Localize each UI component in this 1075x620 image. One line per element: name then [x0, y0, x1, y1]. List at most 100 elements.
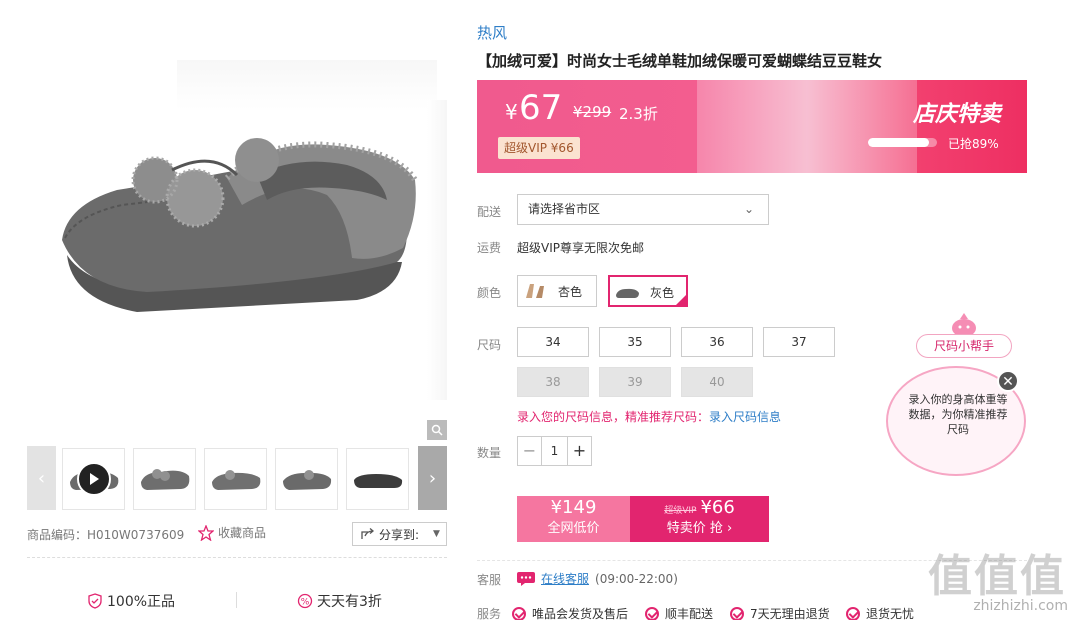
color-swatch-image [526, 284, 544, 298]
services-label: 服务 [477, 607, 502, 620]
chevron-right-icon: › [428, 467, 437, 489]
vip-price-badge: 超级VIP ¥66 [498, 137, 580, 159]
zoom-icon[interactable] [427, 420, 447, 440]
special-price-label: 特卖价 抢 › [666, 521, 733, 536]
size-hint: 录入您的尺码信息，精准推荐尺码：录入尺码信息 [517, 408, 781, 425]
delivery-label: 配送 [477, 205, 502, 219]
color-option-label: 杏色 [558, 285, 583, 299]
service-item-label: 顺丰配送 [665, 607, 714, 620]
color-option-gray[interactable]: 灰色 [608, 275, 688, 307]
service-item: 7天无理由退货 [730, 605, 830, 620]
share-label: 分享到: [379, 527, 420, 542]
price-banner: ¥ 67 ¥299 2.3折 超级VIP ¥66 店庆特卖 已抢89% [477, 80, 1027, 173]
caret-down-icon: ▼ [433, 529, 440, 539]
thumb-shoe-image [211, 470, 260, 490]
size-hint-text: 录入您的尺码信息，精准推荐尺码： [517, 410, 710, 424]
thumb-prev-button[interactable]: ‹ [27, 446, 56, 510]
customer-service-row: 在线客服 (09:00-22:00) [517, 570, 678, 587]
color-option-apricot[interactable]: 杏色 [517, 275, 597, 307]
sale-price: 67 [519, 88, 563, 128]
product-code: 商品编码：H010W0737609 [27, 528, 185, 542]
chevron-down-icon: ⌄ [743, 202, 754, 216]
selected-corner-icon [674, 293, 688, 307]
quantity-label: 数量 [477, 446, 502, 460]
quantity-minus-button[interactable]: − [518, 437, 542, 465]
service-item: 顺丰配送 [645, 605, 713, 620]
quantity-plus-button[interactable]: + [567, 437, 591, 465]
check-circle-icon [512, 606, 526, 620]
quantity-value[interactable]: 1 [542, 437, 567, 465]
original-price: ¥299 [573, 103, 612, 121]
check-circle-icon [846, 606, 860, 620]
star-icon [198, 524, 214, 541]
size-helper-popup[interactable]: 尺码小帮手 录入你的身高体重等数据，为你精准推荐尺码 ✕ [886, 312, 1026, 477]
service-item: 退货无忧 [846, 605, 914, 620]
favorite-label: 收藏商品 [218, 526, 267, 540]
service-item-label: 唯品会发货及售后 [532, 607, 629, 620]
sold-progress-fill [868, 138, 930, 147]
thumbnail[interactable] [346, 448, 409, 510]
check-circle-icon [645, 606, 659, 620]
guarantee-label: 100%正品 [107, 594, 176, 610]
customer-service-label: 客服 [477, 573, 502, 587]
shield-icon [88, 593, 102, 609]
guarantee-row: 100%正品 % 天天有3折 [27, 557, 447, 620]
size-option[interactable]: 36 [681, 327, 753, 357]
guarantee-authentic: 100%正品 [87, 591, 175, 611]
shoe-illustration [62, 138, 418, 312]
thumbnail-video[interactable] [62, 448, 125, 510]
product-title: 【加绒可爱】时尚女士毛绒单鞋加绒保暖可爱蝴蝶结豆豆鞋女 [477, 52, 883, 70]
color-swatch-image [616, 288, 639, 298]
size-info-link[interactable]: 录入尺码信息 [709, 410, 781, 424]
size-option[interactable]: 34 [517, 327, 589, 357]
lowest-price: ¥149 [550, 497, 597, 518]
online-service-link[interactable]: 在线客服 [541, 570, 589, 587]
divider [236, 592, 237, 608]
check-circle-icon [730, 606, 744, 620]
close-icon[interactable]: ✕ [997, 370, 1019, 392]
thumbnail[interactable] [133, 448, 196, 510]
service-item: 唯品会发货及售后 [512, 605, 628, 620]
thumbnail[interactable] [204, 448, 267, 510]
special-price: ¥66 [700, 497, 735, 518]
percent-icon: % [297, 593, 313, 609]
currency-symbol: ¥ [505, 100, 518, 124]
service-hours: (09:00-22:00) [595, 571, 678, 586]
thumb-next-button[interactable]: › [418, 446, 447, 510]
size-option-disabled: 40 [681, 367, 753, 397]
guarantee-discount: % 天天有3折 [297, 591, 382, 611]
share-icon [361, 528, 375, 539]
special-price-buy-button[interactable]: 超级VIP ¥66 特卖价 抢 › [630, 496, 769, 542]
shipping-text: 超级VIP尊享无限次免邮 [517, 241, 644, 255]
brand-link[interactable]: 热风 [477, 22, 507, 43]
guarantee-label: 天天有3折 [317, 594, 382, 610]
share-button[interactable]: 分享到: ▼ [352, 522, 447, 546]
region-select[interactable]: 请选择省市区 ⌄ [517, 194, 769, 225]
thumb-shoe-image [353, 474, 402, 488]
mascot-icon [952, 313, 976, 336]
product-meta-row: 商品编码：H010W0737609 收藏商品 分享到: ▼ [27, 522, 447, 546]
play-icon[interactable] [76, 462, 111, 496]
svg-text:%: % [301, 598, 310, 608]
promo-title: 店庆特卖 [913, 102, 1002, 127]
thumbnail[interactable] [275, 448, 338, 510]
sold-percentage: 已抢89% [948, 137, 999, 151]
quantity-stepper: − 1 + [517, 436, 592, 466]
chevron-left-icon: ‹ [37, 467, 46, 489]
favorite-button[interactable]: 收藏商品 [198, 524, 266, 541]
thumb-shoe-image [140, 469, 189, 490]
product-main-image[interactable] [27, 0, 447, 440]
service-item-label: 退货无忧 [866, 607, 915, 620]
site-watermark: 值值值 zhizhizhi.com [928, 540, 1068, 620]
thumbnail-strip: ‹ › [27, 446, 447, 510]
service-item-label: 7天无理由退货 [750, 607, 830, 620]
discount-rate: 2.3折 [619, 105, 658, 123]
size-option-disabled: 39 [599, 367, 671, 397]
size-option[interactable]: 35 [599, 327, 671, 357]
size-helper-chip[interactable]: 尺码小帮手 [916, 334, 1012, 358]
chat-icon [517, 571, 535, 586]
thumb-shoe-image [282, 470, 331, 490]
lowest-price-button[interactable]: ¥149 全网低价 [517, 496, 630, 542]
shipping-label: 运费 [477, 241, 502, 255]
size-option[interactable]: 37 [763, 327, 835, 357]
